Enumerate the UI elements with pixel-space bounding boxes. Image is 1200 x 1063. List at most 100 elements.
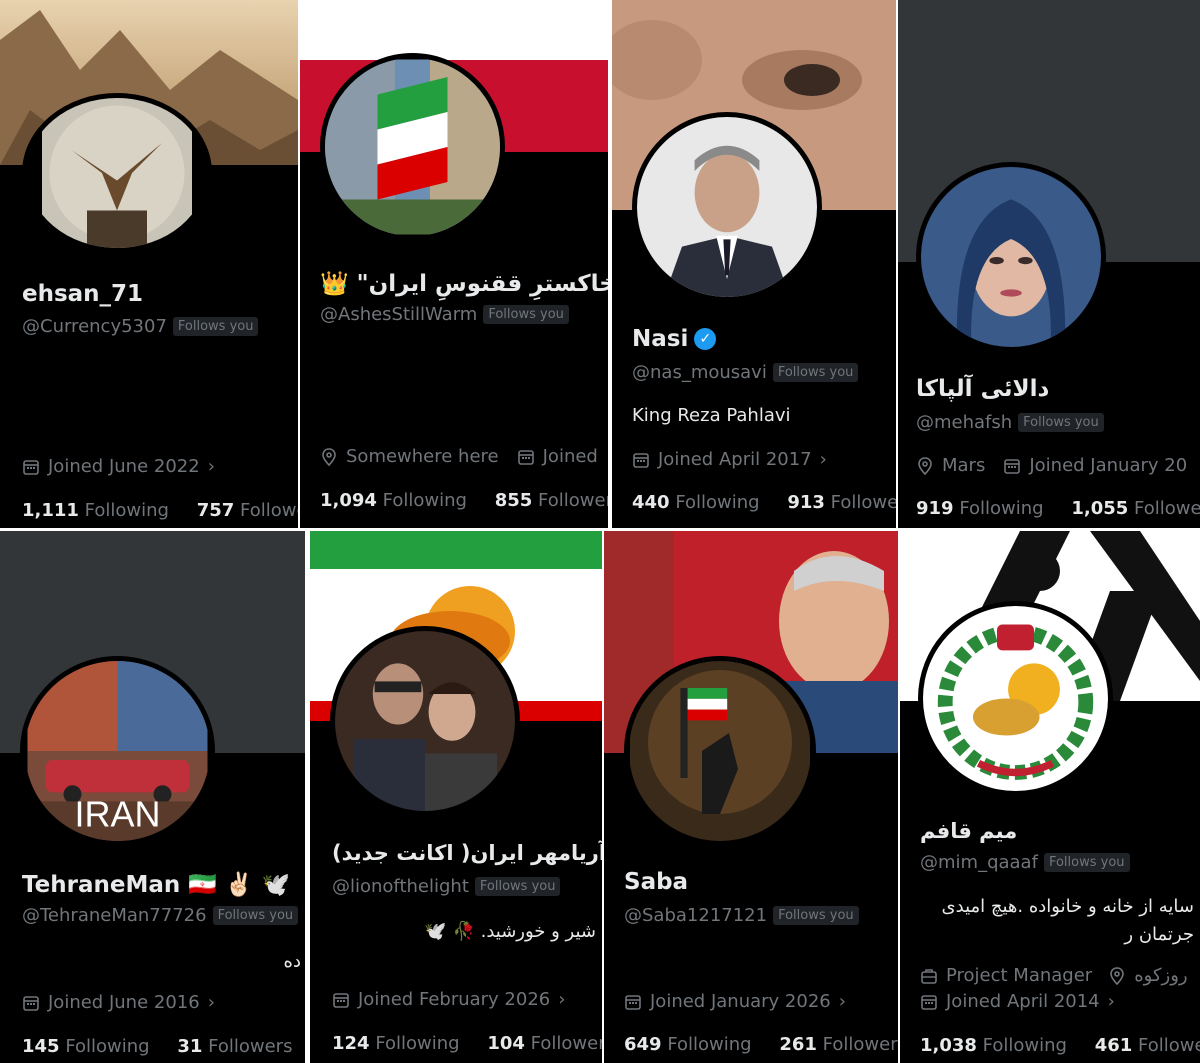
joined-date: Joined June 2016 — [48, 992, 200, 1013]
location-pin-icon — [1108, 966, 1126, 985]
profile-card-saba[interactable]: Saba @Saba1217121 Follows you Joined Jan… — [604, 531, 898, 1063]
follows-you-badge: Follows you — [1043, 853, 1130, 872]
bio: شیر و خورشید. 🥀 🕊️ — [424, 921, 596, 942]
profile-card-nasi[interactable]: Nasi ✓ @nas_mousavi Follows you King Rez… — [612, 0, 896, 528]
followers-link[interactable]: 1,055 Followers — [1071, 498, 1200, 519]
bio: ده — [283, 951, 301, 972]
joined-row: Joined April 2017 › — [632, 449, 827, 470]
joined-row: Joined June 2016 › — [22, 992, 215, 1013]
avatar[interactable] — [330, 626, 520, 816]
joined-row: Joined June 2022 › — [22, 456, 215, 477]
location-pin-icon — [916, 456, 934, 475]
avatar[interactable] — [918, 601, 1113, 796]
chevron-right-icon[interactable]: › — [208, 992, 215, 1013]
profile-card-lionofthelight[interactable]: آریامهر ایران( اکانت جدید) @lionofthelig… — [310, 531, 602, 1063]
followers-link[interactable]: 31 Followers — [177, 1036, 292, 1057]
joined-date: Joined April 2014 — [946, 991, 1100, 1012]
following-link[interactable]: 649 Following — [624, 1034, 752, 1055]
avatar[interactable] — [624, 656, 816, 846]
avatar-iran-text: IRAN — [74, 794, 160, 835]
following-link[interactable]: 1,111 Following — [22, 500, 169, 521]
profile-card-mim-qaaaf[interactable]: میم قافم @mim_qaaaf Follows you سایه از … — [900, 531, 1200, 1063]
avatar[interactable] — [632, 112, 822, 302]
profile-card-mehafsh[interactable]: دالائی آلپاکا @mehafsh Follows you Mars … — [898, 0, 1200, 528]
display-name: میم قافم — [920, 819, 1018, 843]
location: روزکوه — [1134, 965, 1188, 986]
joined-date: Joined April 2017 — [658, 449, 812, 470]
avatar[interactable]: IRAN — [20, 656, 215, 846]
chevron-right-icon[interactable]: › — [1108, 991, 1115, 1012]
follow-stats: 1,111 Following 757 Followers — [22, 500, 298, 521]
following-link[interactable]: 919 Following — [916, 498, 1044, 519]
avatar[interactable] — [916, 162, 1106, 352]
followers-link[interactable]: 461 Followers — [1095, 1035, 1200, 1056]
calendar-icon — [1003, 457, 1021, 475]
following-link[interactable]: 440 Following — [632, 492, 760, 513]
following-link[interactable]: 145 Following — [22, 1036, 150, 1057]
calendar-icon — [624, 993, 642, 1011]
handle[interactable]: @Saba1217121 — [624, 905, 767, 926]
calendar-icon — [22, 994, 40, 1012]
follow-stats: 649 Following 261 Followers — [624, 1034, 898, 1055]
handle[interactable]: @mim_qaaaf — [920, 852, 1038, 873]
chevron-right-icon[interactable]: › — [208, 456, 215, 477]
follow-stats: 919 Following 1,055 Followers — [916, 498, 1200, 519]
followers-link[interactable]: 855 Followers — [495, 490, 608, 511]
follows-you-badge: Follows you — [212, 906, 299, 925]
followers-link[interactable]: 913 Followers — [787, 492, 896, 513]
profile-card-ashes[interactable]: "خاکسترِ ققنوسِ ایران" 👑 @AshesStillWarm… — [300, 0, 608, 528]
follow-stats: 440 Following 913 Followers — [632, 492, 896, 513]
display-name: "خاکسترِ ققنوسِ ایران" 👑 — [320, 271, 608, 297]
display-name: Nasi — [632, 326, 689, 352]
joined-row: Joined January 2026 › — [624, 991, 846, 1012]
calendar-icon — [632, 451, 650, 469]
location: Somewhere here — [346, 446, 499, 467]
profession: Project Manager — [946, 965, 1093, 986]
followers-link[interactable]: 104 Followers — [487, 1033, 602, 1054]
handle[interactable]: @AshesStillWarm — [320, 304, 477, 325]
display-name: TehraneMan 🇮🇷 ✌🏻 🕊️ — [22, 872, 291, 898]
joined-date: Joined January 20 — [1029, 455, 1188, 476]
calendar-icon — [920, 993, 938, 1011]
handle[interactable]: @nas_mousavi — [632, 362, 767, 383]
display-name: Saba — [624, 869, 689, 895]
display-name: ehsan_71 — [22, 281, 144, 307]
followers-link[interactable]: 757 Followers — [197, 500, 298, 521]
follows-you-badge: Follows you — [483, 305, 569, 324]
meta-row: Project Manager روزکوه — [920, 965, 1188, 986]
joined-date: Joined February 2026 — [358, 989, 551, 1010]
handle[interactable]: @mehafsh — [916, 412, 1012, 433]
followers-link[interactable]: 261 Followers — [779, 1034, 898, 1055]
profile-card-tehraneman[interactable]: IRAN TehraneMan 🇮🇷 ✌🏻 🕊️ @TehraneMan7772… — [0, 531, 305, 1063]
avatar[interactable] — [22, 93, 212, 253]
handle[interactable]: @lionofthelight — [332, 876, 469, 897]
follow-stats: 1,094 Following 855 Followers — [320, 490, 608, 511]
bio-line-1: سایه از خانه و خانواده .هیچ امیدی — [941, 896, 1194, 917]
follow-stats: 1,038 Following 461 Followers — [920, 1035, 1200, 1056]
profile-card-ehsan[interactable]: ehsan_71 @Currency5307 Follows you Joine… — [0, 0, 298, 528]
name-row: Nasi ✓ — [632, 326, 717, 352]
chevron-right-icon[interactable]: › — [558, 989, 565, 1010]
chevron-right-icon[interactable]: › — [820, 449, 827, 470]
joined-date: Joined June 2022 — [48, 456, 200, 477]
following-link[interactable]: 1,094 Following — [320, 490, 467, 511]
chevron-right-icon[interactable]: › — [839, 991, 846, 1012]
joined-row: Joined February 2026 › — [332, 989, 565, 1010]
joined-date: Joined January 2026 — [650, 991, 831, 1012]
follows-you-badge: Follows you — [172, 317, 259, 336]
following-link[interactable]: 124 Following — [332, 1033, 460, 1054]
avatar[interactable] — [320, 53, 505, 241]
location: Mars — [942, 455, 986, 476]
following-link[interactable]: 1,038 Following — [920, 1035, 1067, 1056]
location-pin-icon — [320, 447, 338, 466]
calendar-icon — [517, 448, 535, 466]
follows-you-badge: Follows you — [773, 906, 859, 925]
follow-stats: 124 Following 104 Followers — [332, 1033, 602, 1054]
follows-you-badge: Follows you — [1018, 413, 1104, 432]
handle[interactable]: @Currency5307 — [22, 316, 167, 337]
bio: King Reza Pahlavi — [632, 405, 791, 426]
handle[interactable]: @TehraneMan77726 — [22, 905, 207, 926]
bio-line-2: جرتمان ر — [1124, 924, 1194, 945]
calendar-icon — [332, 991, 350, 1009]
briefcase-icon — [920, 967, 938, 985]
